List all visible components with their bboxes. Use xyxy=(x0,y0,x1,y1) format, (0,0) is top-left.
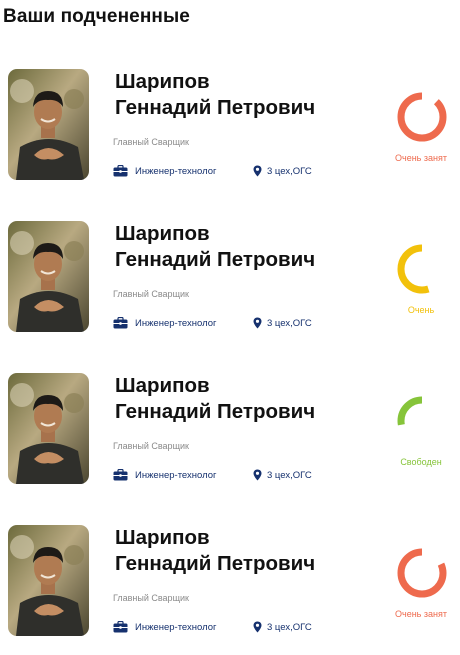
position-label: Инженер-технолог xyxy=(135,621,217,633)
location-pin-icon xyxy=(253,469,262,481)
employee-role: Главный Сварщик xyxy=(113,441,189,451)
employee-position: Инженер-технолог xyxy=(113,317,216,329)
workload-indicator: Очень занят xyxy=(386,547,456,627)
employee-last-name: Шарипов xyxy=(115,374,210,397)
location-pin-icon xyxy=(253,621,262,633)
workload-ring xyxy=(397,396,447,446)
avatar xyxy=(8,373,89,484)
employee-last-name: Шарипов xyxy=(115,70,210,93)
position-label: Инженер-технолог xyxy=(135,469,217,481)
subordinate-card[interactable]: Шарипов Геннадий Петрович Главный Сварщи… xyxy=(0,525,460,655)
subordinate-card[interactable]: Шарипов Геннадий Петрович Главный Сварщи… xyxy=(0,373,460,503)
employee-department: 3 цех,ОГС xyxy=(253,317,312,329)
employee-last-name: Шарипов xyxy=(115,222,210,245)
workload-indicator: Свободен xyxy=(386,395,456,475)
location-pin-icon xyxy=(253,165,262,177)
employee-name[interactable]: Шарипов Геннадий Петрович xyxy=(115,373,355,425)
employee-name[interactable]: Шарипов Геннадий Петрович xyxy=(115,69,355,121)
workload-status: Очень занят xyxy=(395,609,447,619)
subordinate-card[interactable]: Шарипов Геннадий Петрович Главный Сварщи… xyxy=(0,69,460,199)
department-label: 3 цех,ОГС xyxy=(267,317,312,329)
employee-role: Главный Сварщик xyxy=(113,593,189,603)
employee-first-name: Геннадий Петрович xyxy=(115,96,316,119)
workload-indicator: Очень xyxy=(386,243,456,323)
subordinate-card[interactable]: Шарипов Геннадий Петрович Главный Сварщи… xyxy=(0,221,460,351)
avatar xyxy=(8,525,89,636)
page-title: Ваши подчененные xyxy=(3,6,190,27)
workload-status: Очень xyxy=(407,305,435,315)
employee-position: Инженер-технолог xyxy=(113,621,216,633)
employee-first-name: Геннадий Петрович xyxy=(115,248,316,271)
workload-ring xyxy=(397,244,447,294)
workload-indicator: Очень занят xyxy=(386,91,456,171)
employee-role: Главный Сварщик xyxy=(113,137,189,147)
department-label: 3 цех,ОГС xyxy=(267,469,312,481)
employee-last-name: Шарипов xyxy=(115,526,210,549)
position-label: Инженер-технолог xyxy=(135,317,217,329)
employee-first-name: Геннадий Петрович xyxy=(115,400,316,423)
briefcase-icon xyxy=(113,621,128,633)
employee-position: Инженер-технолог xyxy=(113,469,216,481)
avatar xyxy=(8,221,89,332)
employee-name[interactable]: Шарипов Геннадий Петрович xyxy=(115,525,355,577)
employee-name[interactable]: Шарипов Геннадий Петрович xyxy=(115,221,355,273)
workload-ring xyxy=(397,92,447,142)
workload-status: Свободен xyxy=(400,457,442,467)
briefcase-icon xyxy=(113,469,128,481)
employee-first-name: Геннадий Петрович xyxy=(115,552,316,575)
briefcase-icon xyxy=(113,165,128,177)
employee-department: 3 цех,ОГС xyxy=(253,165,312,177)
position-label: Инженер-технолог xyxy=(135,165,217,177)
workload-status: Очень занят xyxy=(395,153,447,163)
department-label: 3 цех,ОГС xyxy=(267,621,312,633)
employee-position: Инженер-технолог xyxy=(113,165,216,177)
briefcase-icon xyxy=(113,317,128,329)
employee-department: 3 цех,ОГС xyxy=(253,469,312,481)
avatar xyxy=(8,69,89,180)
department-label: 3 цех,ОГС xyxy=(267,165,312,177)
employee-department: 3 цех,ОГС xyxy=(253,621,312,633)
workload-ring xyxy=(397,548,447,598)
employee-role: Главный Сварщик xyxy=(113,289,189,299)
location-pin-icon xyxy=(253,317,262,329)
